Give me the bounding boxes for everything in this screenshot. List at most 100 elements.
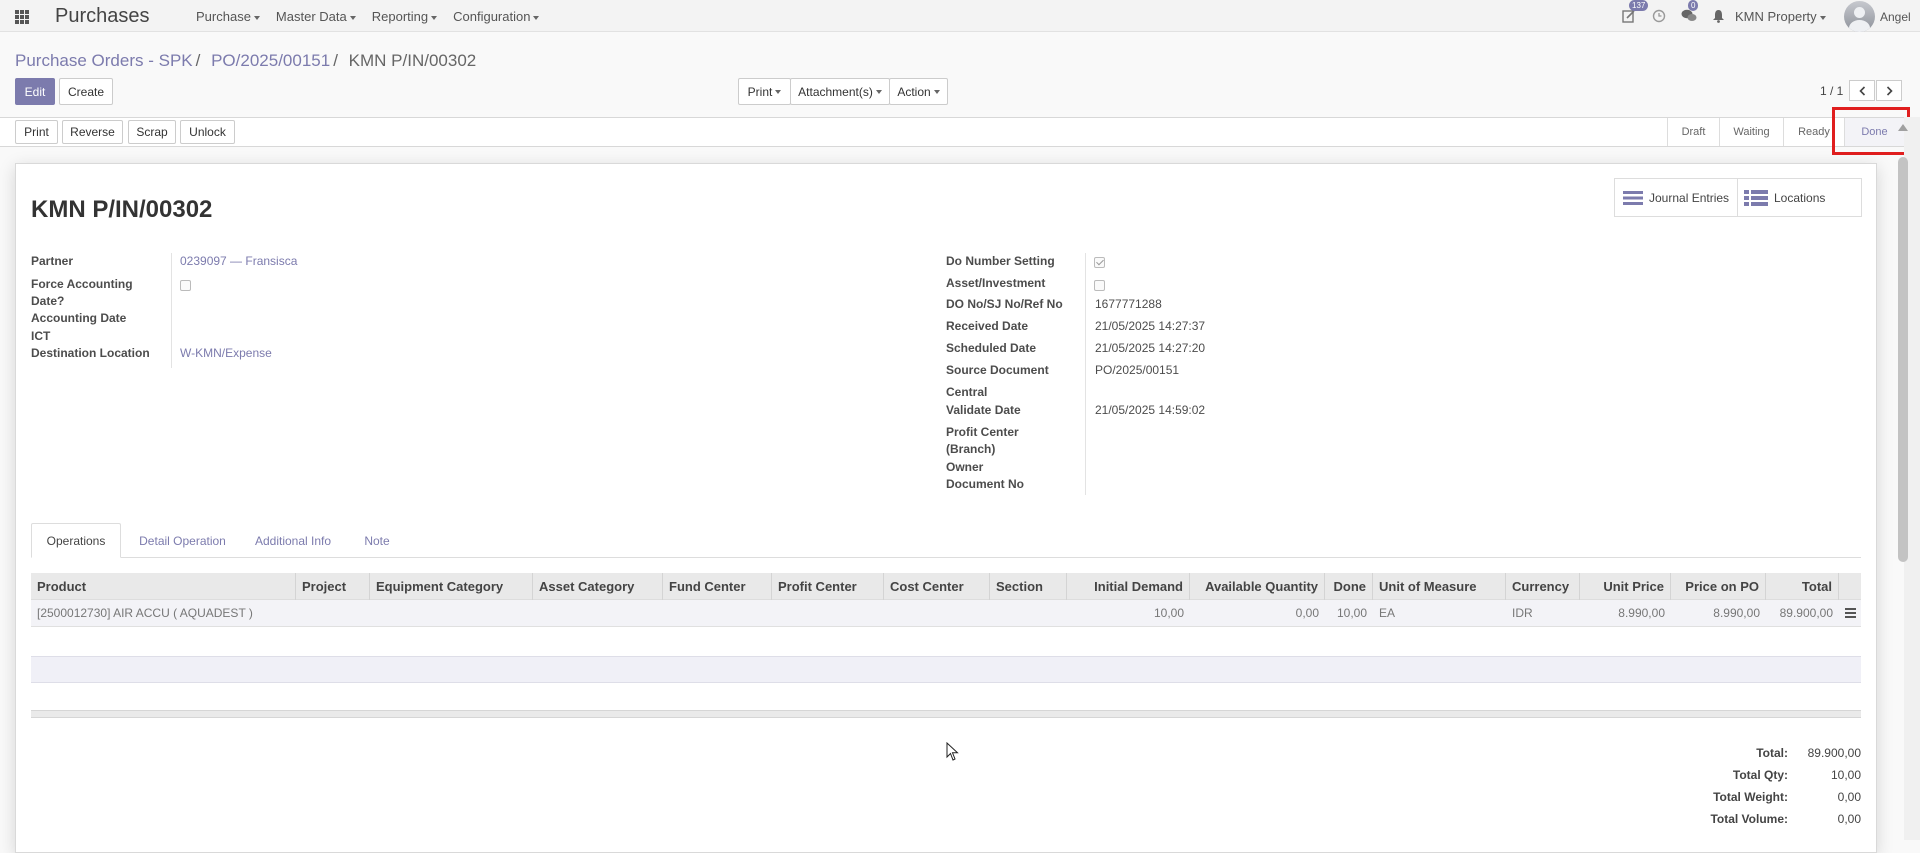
row-detail-list-icon[interactable] — [1845, 608, 1856, 618]
app-title[interactable]: Purchases — [55, 5, 150, 28]
list-icon — [1623, 190, 1643, 205]
column-header-fund-center[interactable]: Fund Center — [663, 573, 772, 600]
action-dropdown-button[interactable]: Action — [889, 78, 948, 105]
cell-unit-of-measure: EA — [1379, 606, 1396, 620]
received-date-value: 21/05/2025 14:27:37 — [1095, 319, 1206, 333]
stage-waiting[interactable]: Waiting — [1719, 118, 1783, 146]
main-menu: Purchase Master Data Reporting Configura… — [196, 9, 555, 24]
menu-reporting-label: Reporting — [371, 9, 429, 24]
pager-value[interactable]: 1 / 1 — [1820, 84, 1843, 98]
do-number-setting-checkbox[interactable] — [1094, 257, 1105, 268]
column-header-section[interactable]: Section — [990, 573, 1067, 600]
pager-previous-button[interactable] — [1849, 80, 1875, 101]
breadcrumb-purchase-orders[interactable]: Purchase Orders - SPK — [15, 51, 193, 70]
print-dropdown-button[interactable]: Print — [738, 78, 791, 105]
print-dropdown-label: Print — [747, 84, 773, 99]
scroll-up-arrow-icon[interactable] — [1898, 124, 1908, 131]
cell-total: 89.900,00 — [1779, 606, 1833, 620]
stage-ready[interactable]: Ready — [1783, 118, 1844, 146]
tab-operations[interactable]: Operations — [31, 523, 121, 558]
document-no-label: Document No — [946, 477, 1024, 491]
column-header-total[interactable]: Total — [1766, 573, 1839, 600]
messages-icon[interactable]: 0 — [1681, 0, 1699, 26]
activity-edit-icon[interactable]: 137 — [1622, 0, 1649, 26]
attachments-dropdown-button[interactable]: Attachment(s) — [790, 78, 890, 105]
total-volume-value: 0,00 — [1837, 812, 1861, 826]
accounting-date-label: Accounting Date — [31, 311, 127, 325]
smart-button-box: Journal Entries Locations — [1614, 178, 1862, 217]
tab-additional-info[interactable]: Additional Info — [243, 523, 343, 558]
column-header-equipment-category[interactable]: Equipment Category — [370, 573, 533, 600]
source-document-label: Source Document — [946, 363, 1049, 377]
breadcrumb-separator: / — [195, 51, 201, 70]
profit-center-label-line1: Profit Center — [946, 425, 1019, 439]
user-name[interactable]: Angel — [1880, 10, 1911, 24]
scheduled-date-label: Scheduled Date — [946, 341, 1037, 355]
create-button[interactable]: Create — [59, 78, 113, 105]
table-footer — [31, 710, 1861, 718]
force-accounting-checkbox[interactable] — [180, 280, 191, 291]
column-header-currency[interactable]: Currency — [1506, 573, 1580, 600]
column-header-asset-category[interactable]: Asset Category — [533, 573, 663, 600]
asset-investment-checkbox[interactable] — [1094, 280, 1105, 291]
unlock-button[interactable]: Unlock — [180, 120, 235, 144]
column-header-price-on-po[interactable]: Price on PO — [1671, 573, 1766, 600]
partner-value[interactable]: 0239097 — Fransisca — [180, 253, 297, 270]
menu-configuration[interactable]: Configuration — [453, 9, 540, 24]
column-header-project[interactable]: Project — [296, 573, 370, 600]
edit-button[interactable]: Edit — [15, 78, 55, 105]
caret-down-icon — [933, 89, 940, 94]
journal-entries-button[interactable]: Journal Entries — [1615, 179, 1737, 216]
destination-location-label: Destination Location — [31, 346, 150, 360]
total-volume-label: Total Volume: — [1710, 812, 1788, 826]
column-header-product[interactable]: Product — [31, 573, 296, 600]
locations-button[interactable]: Locations — [1737, 179, 1861, 216]
breadcrumb-separator: / — [333, 51, 338, 70]
stage-draft[interactable]: Draft — [1667, 118, 1719, 146]
bell-icon[interactable] — [1712, 9, 1725, 26]
column-header-initial-demand[interactable]: Initial Demand — [1067, 573, 1190, 600]
total-weight-value: 0,00 — [1837, 790, 1861, 804]
partner-label: Partner — [31, 254, 74, 268]
column-header-cost-center[interactable]: Cost Center — [884, 573, 990, 600]
cell-price-on-po: 8.990,00 — [1713, 606, 1760, 620]
scheduled-date-value: 21/05/2025 14:27:20 — [1095, 341, 1206, 355]
column-header-unit-of-measure[interactable]: Unit of Measure — [1373, 573, 1506, 600]
tab-note[interactable]: Note — [352, 523, 402, 558]
company-switcher[interactable]: KMN Property — [1735, 9, 1826, 24]
clock-icon[interactable] — [1652, 9, 1666, 26]
menu-reporting[interactable]: Reporting — [371, 9, 438, 24]
column-header-unit-price[interactable]: Unit Price — [1580, 573, 1671, 600]
apps-grid-icon[interactable] — [15, 10, 29, 24]
validate-date-value: 21/05/2025 14:59:02 — [1095, 403, 1206, 417]
locations-label: Locations — [1774, 190, 1826, 205]
activity-badge: 137 — [1629, 0, 1649, 11]
column-header-available-quantity[interactable]: Available Quantity — [1190, 573, 1325, 600]
menu-master-data-label: Master Data — [275, 9, 347, 24]
table-row[interactable]: [2500012730] AIR ACCU ( AQUADEST ) 10,00… — [31, 600, 1861, 627]
scrap-button[interactable]: Scrap — [128, 120, 176, 144]
breadcrumb: Purchase Orders - SPK / PO/2025/00151/ KM… — [15, 51, 476, 71]
caret-down-icon — [1819, 15, 1826, 20]
user-avatar[interactable] — [1844, 1, 1875, 32]
tab-detail-operation[interactable]: Detail Operation — [125, 523, 240, 558]
scrollbar-thumb[interactable] — [1898, 157, 1908, 562]
notebook-tabs: Operations Detail Operation Additional I… — [31, 523, 1861, 558]
caret-down-icon — [349, 15, 356, 20]
do-no-label: DO No/SJ No/Ref No — [946, 297, 1063, 311]
breadcrumb-po[interactable]: PO/2025/00151 — [211, 51, 330, 70]
print-button[interactable]: Print — [15, 120, 58, 144]
stage-done[interactable]: Done — [1844, 118, 1904, 146]
status-bar: Draft Waiting Ready Done — [1667, 118, 1904, 146]
reverse-button[interactable]: Reverse — [62, 120, 123, 144]
menu-purchase[interactable]: Purchase — [196, 9, 260, 24]
breadcrumb-current: KMN P/IN/00302 — [348, 51, 477, 70]
total-qty-label: Total Qty: — [1732, 768, 1788, 782]
pager-next-button[interactable] — [1876, 80, 1902, 101]
column-header-done[interactable]: Done — [1325, 573, 1373, 600]
menu-master-data[interactable]: Master Data — [276, 9, 356, 24]
profit-center-label-line2: (Branch) — [946, 442, 996, 456]
destination-location-value[interactable]: W-KMN/Expense — [180, 345, 272, 362]
attachments-dropdown-label: Attachment(s) — [798, 84, 873, 99]
column-header-profit-center[interactable]: Profit Center — [772, 573, 884, 600]
